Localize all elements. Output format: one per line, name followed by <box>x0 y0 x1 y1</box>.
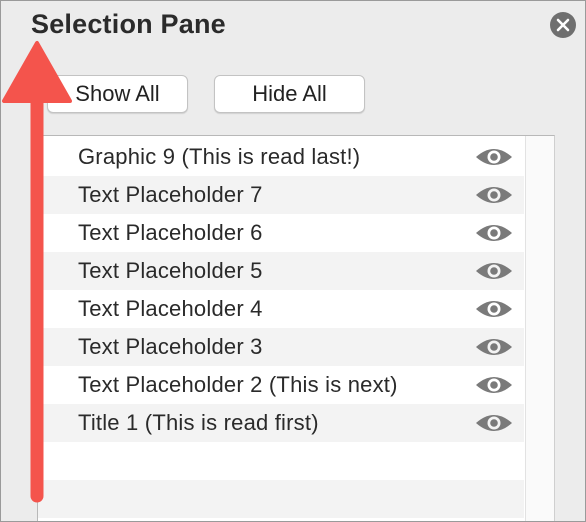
eye-icon[interactable] <box>474 335 514 359</box>
close-circle-icon <box>550 12 576 38</box>
selection-pane: Selection Pane Show All Hide All Graphic… <box>0 0 586 522</box>
list-item[interactable]: Title 1 (This is read first) <box>38 404 524 442</box>
item-label: Text Placeholder 2 (This is next) <box>78 372 398 397</box>
list-item[interactable]: Text Placeholder 6 <box>38 214 524 252</box>
pane-title: Selection Pane <box>31 9 226 39</box>
eye-icon[interactable] <box>474 373 514 397</box>
list-item[interactable]: Text Placeholder 3 <box>38 328 524 366</box>
scrollbar-track[interactable] <box>525 136 554 521</box>
list-item-empty <box>38 442 524 480</box>
eye-icon[interactable] <box>474 145 514 169</box>
eye-icon[interactable] <box>474 259 514 283</box>
selection-list: Graphic 9 (This is read last!) Text Plac… <box>37 135 555 521</box>
eye-icon[interactable] <box>474 221 514 245</box>
eye-icon[interactable] <box>474 297 514 321</box>
eye-icon[interactable] <box>474 183 514 207</box>
item-label: Text Placeholder 3 <box>78 334 263 359</box>
hide-all-button[interactable]: Hide All <box>214 75 365 113</box>
item-label: Title 1 (This is read first) <box>78 410 319 435</box>
show-all-button[interactable]: Show All <box>47 75 188 113</box>
list-item[interactable]: Text Placeholder 4 <box>38 290 524 328</box>
item-label: Text Placeholder 4 <box>78 296 263 321</box>
list-item[interactable]: Text Placeholder 5 <box>38 252 524 290</box>
eye-icon[interactable] <box>474 411 514 435</box>
list-item-empty <box>38 480 524 518</box>
item-label: Text Placeholder 6 <box>78 220 263 245</box>
item-label: Graphic 9 (This is read last!) <box>78 144 361 169</box>
list-item[interactable]: Text Placeholder 7 <box>38 176 524 214</box>
item-label: Text Placeholder 5 <box>78 258 263 283</box>
item-label: Text Placeholder 7 <box>78 182 263 207</box>
list-item[interactable]: Text Placeholder 2 (This is next) <box>38 366 524 404</box>
list-item[interactable]: Graphic 9 (This is read last!) <box>38 138 524 176</box>
close-button[interactable] <box>549 11 577 39</box>
